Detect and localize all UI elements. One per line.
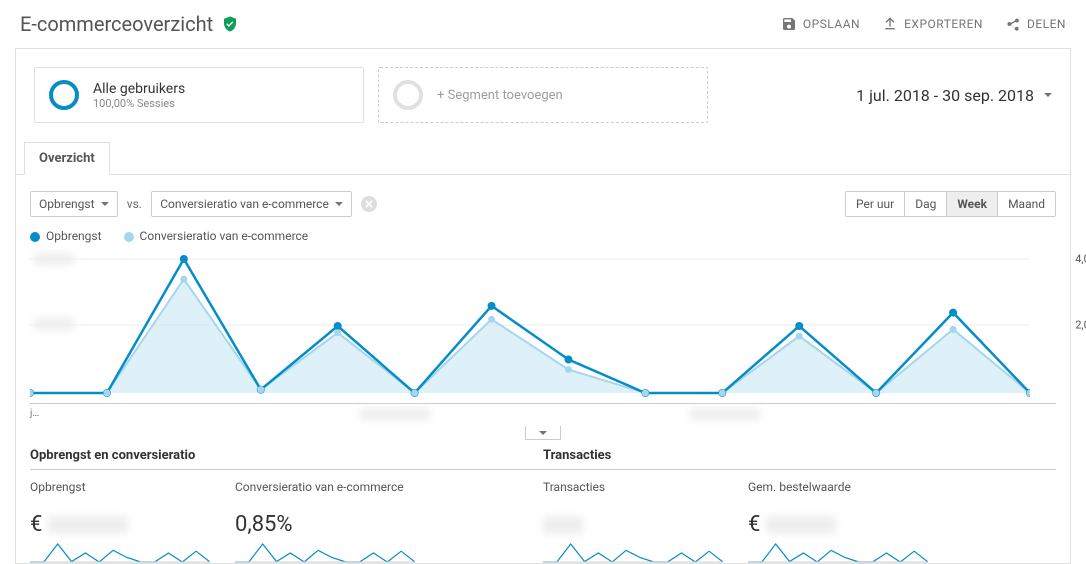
shield-verified-icon [221, 15, 239, 33]
card-aov[interactable]: Gem. bestelwaarde € [748, 480, 943, 563]
header-left: E-commerceoverzicht [20, 12, 239, 36]
blurred-label [34, 318, 74, 330]
save-button[interactable]: OPSLAAN [781, 16, 860, 32]
x-axis: j… [30, 403, 1056, 427]
blurred-label [690, 408, 760, 420]
blurred-label [360, 408, 430, 420]
expand-chart-button[interactable] [525, 426, 561, 440]
y-axis-mid: 2,00% [1075, 319, 1086, 332]
remove-secondary-metric-button[interactable] [361, 196, 377, 212]
segment-ring-empty-icon [393, 80, 423, 110]
add-segment-label: + Segment toevoegen [437, 88, 563, 103]
granularity-month[interactable]: Maand [997, 192, 1055, 216]
dot-icon [30, 232, 40, 242]
card-conversion[interactable]: Conversieratio van e-commerce 0,85% [235, 480, 430, 563]
granularity-week[interactable]: Week [946, 192, 997, 216]
summary-left: Opbrengst en conversieratio Opbrengst € … [30, 448, 543, 563]
card-label: Opbrengst [30, 480, 225, 508]
blurred-value [766, 516, 836, 534]
sparkline [30, 543, 225, 563]
segment-ring-icon [49, 80, 79, 110]
dot-icon [124, 232, 134, 242]
chart-svg [30, 253, 1030, 403]
card-label: Transacties [543, 480, 738, 508]
granularity-day[interactable]: Dag [904, 192, 946, 216]
card-transactions[interactable]: Transacties [543, 480, 738, 563]
legend-secondary: Conversieratio van e-commerce [124, 229, 309, 243]
tabs: Overzicht [16, 141, 1070, 175]
caret-down-icon [335, 202, 343, 206]
sparkline [235, 543, 430, 563]
sparkline [543, 543, 738, 563]
segment-all-users[interactable]: Alle gebruikers 100,00% Sessies [34, 67, 364, 123]
segment-title: Alle gebruikers [93, 81, 185, 97]
card-value: € [748, 512, 943, 537]
card-value [543, 512, 738, 537]
x-first-label: j… [30, 408, 39, 419]
export-label: EXPORTEREN [904, 17, 983, 31]
date-range-text: 1 jul. 2018 - 30 sep. 2018 [856, 86, 1034, 105]
segment-subtitle: 100,00% Sessies [93, 97, 185, 110]
card-value: € [30, 512, 225, 537]
page-title: E-commerceoverzicht [20, 12, 213, 36]
chart-legend: Opbrengst Conversieratio van e-commerce [16, 227, 1070, 253]
blurred-value [48, 516, 128, 534]
blurred-label [34, 253, 74, 265]
export-button[interactable]: EXPORTEREN [882, 16, 983, 32]
caret-down-icon [539, 431, 547, 435]
caret-down-icon [1044, 93, 1052, 97]
primary-metric-dropdown[interactable]: Opbrengst [30, 191, 118, 217]
granularity-hour[interactable]: Per uur [846, 192, 904, 216]
share-label: DELEN [1027, 17, 1066, 31]
segment-text: Alle gebruikers 100,00% Sessies [93, 81, 185, 110]
card-label: Conversieratio van e-commerce [235, 480, 430, 508]
card-revenue[interactable]: Opbrengst € [30, 480, 225, 563]
main-chart: 4,00% 2,00% [30, 253, 1056, 403]
summary-right-title: Transacties [543, 448, 1056, 470]
secondary-metric-dropdown[interactable]: Conversieratio van e-commerce [151, 191, 352, 217]
summary-right: Transacties Transacties Gem. bestelwaard… [543, 448, 1056, 563]
legend-primary: Opbrengst [30, 229, 102, 243]
card-value: 0,85% [235, 512, 430, 537]
summary-left-title: Opbrengst en conversieratio [30, 448, 543, 470]
segment-row: Alle gebruikers 100,00% Sessies + Segmen… [16, 49, 1070, 141]
page-header: E-commerceoverzicht OPSLAAN EXPORTEREN D… [0, 0, 1086, 48]
granularity-toggle: Per uur Dag Week Maand [845, 191, 1056, 217]
caret-down-icon [101, 202, 109, 206]
tab-overview[interactable]: Overzicht [24, 142, 110, 175]
blurred-value [543, 516, 583, 534]
secondary-metric-label: Conversieratio van e-commerce [160, 197, 329, 211]
date-range-picker[interactable]: 1 jul. 2018 - 30 sep. 2018 [856, 86, 1052, 105]
save-label: OPSLAAN [803, 17, 860, 31]
segment-left: Alle gebruikers 100,00% Sessies + Segmen… [34, 67, 708, 123]
y-axis-top: 4,00% [1075, 253, 1086, 266]
card-label: Gem. bestelwaarde [748, 480, 943, 508]
add-segment-button[interactable]: + Segment toevoegen [378, 67, 708, 123]
primary-metric-label: Opbrengst [39, 197, 95, 211]
share-button[interactable]: DELEN [1005, 16, 1066, 32]
main-panel: Alle gebruikers 100,00% Sessies + Segmen… [15, 48, 1071, 564]
header-actions: OPSLAAN EXPORTEREN DELEN [781, 16, 1066, 32]
summary-section: Opbrengst en conversieratio Opbrengst € … [16, 448, 1070, 563]
metric-controls: Opbrengst vs. Conversieratio van e-comme… [16, 175, 1070, 227]
metric-selectors: Opbrengst vs. Conversieratio van e-comme… [30, 191, 377, 217]
vs-label: vs. [127, 197, 142, 211]
sparkline [748, 543, 943, 563]
